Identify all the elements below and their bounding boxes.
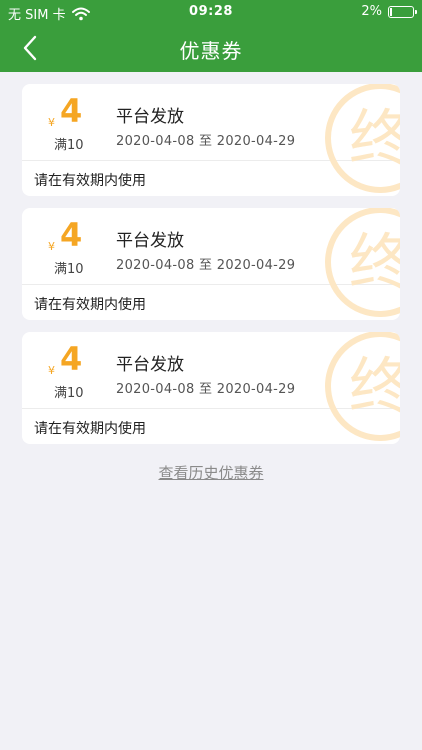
start-date: 2020-04-08 <box>116 258 195 273</box>
coupon-list: ¥ 4 满10 平台发放 2020-04-08 至 2020-04-29 请在有… <box>22 84 400 456</box>
coupon-card[interactable]: ¥ 4 满10 平台发放 2020-04-08 至 2020-04-29 请在有… <box>22 84 400 196</box>
currency-symbol: ¥ <box>48 240 55 253</box>
coupon-title: 平台发放 <box>116 355 184 375</box>
coupon-threshold: 满10 <box>54 386 84 401</box>
coupon-divider <box>22 408 400 409</box>
currency-symbol: ¥ <box>48 116 55 129</box>
page-title: 优惠券 <box>179 39 243 63</box>
coupon-note: 请在有效期内使用 <box>34 421 146 437</box>
coupon-threshold: 满10 <box>54 262 84 277</box>
coupon-top: ¥ 4 满10 平台发放 2020-04-08 至 2020-04-29 <box>22 84 400 160</box>
coupon-divider <box>22 160 400 161</box>
coupon-dates: 2020-04-08 至 2020-04-29 <box>116 254 295 273</box>
coupon-title: 平台发放 <box>116 107 184 127</box>
date-separator: 至 <box>199 258 213 273</box>
date-separator: 至 <box>199 134 213 149</box>
battery-level <box>390 7 392 16</box>
end-date: 2020-04-29 <box>216 258 296 273</box>
battery-percent: 2% <box>361 4 382 19</box>
coupon-card[interactable]: ¥ 4 满10 平台发放 2020-04-08 至 2020-04-29 请在有… <box>22 208 400 320</box>
status-right: 2% <box>361 4 417 19</box>
coupon-divider <box>22 284 400 285</box>
amount-value: 4 <box>60 92 83 130</box>
history-coupons-link[interactable]: 查看历史优惠券 <box>0 462 422 483</box>
coupon-dates: 2020-04-08 至 2020-04-29 <box>116 378 295 397</box>
currency-symbol: ¥ <box>48 364 55 377</box>
coupon-card[interactable]: ¥ 4 满10 平台发放 2020-04-08 至 2020-04-29 请在有… <box>22 332 400 444</box>
coupon-title: 平台发放 <box>116 231 184 251</box>
coupon-top: ¥ 4 满10 平台发放 2020-04-08 至 2020-04-29 <box>22 332 400 408</box>
end-date: 2020-04-29 <box>216 134 296 149</box>
status-time: 09:28 <box>189 4 233 19</box>
amount-value: 4 <box>60 216 83 254</box>
end-date: 2020-04-29 <box>216 382 296 397</box>
start-date: 2020-04-08 <box>116 134 195 149</box>
start-date: 2020-04-08 <box>116 382 195 397</box>
coupon-note: 请在有效期内使用 <box>34 173 146 189</box>
battery-icon <box>388 5 417 18</box>
amount-value: 4 <box>60 340 83 378</box>
coupon-note: 请在有效期内使用 <box>34 297 146 313</box>
coupon-dates: 2020-04-08 至 2020-04-29 <box>116 130 295 149</box>
status-bar: 无 SIM 卡 09:28 2% <box>0 0 422 24</box>
nav-bar: 优惠券 <box>0 24 422 72</box>
coupon-threshold: 满10 <box>54 138 84 153</box>
date-separator: 至 <box>199 382 213 397</box>
coupon-top: ¥ 4 满10 平台发放 2020-04-08 至 2020-04-29 <box>22 208 400 284</box>
